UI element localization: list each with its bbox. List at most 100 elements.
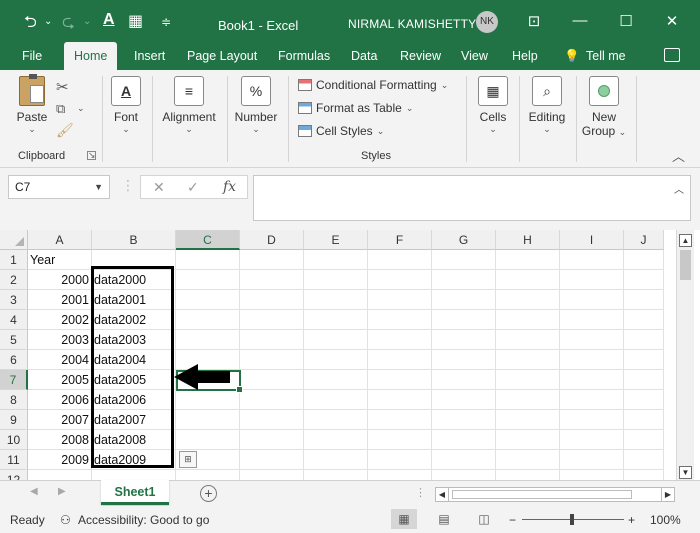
cell-f1[interactable] — [368, 250, 432, 270]
minimize-icon[interactable]: — — [568, 12, 592, 29]
cell-j2[interactable] — [624, 270, 664, 290]
format-as-table-button[interactable]: Format as Table ⌄ — [298, 101, 413, 115]
next-sheet-icon[interactable]: ▶ — [58, 486, 66, 497]
cell-a7[interactable]: 2005 — [28, 370, 92, 390]
cell-g2[interactable] — [432, 270, 496, 290]
cell-e10[interactable] — [304, 430, 368, 450]
scroll-thumb[interactable] — [680, 250, 691, 280]
cell-i12[interactable] — [560, 470, 624, 480]
add-sheet-icon[interactable]: + — [200, 485, 217, 502]
collapse-ribbon-icon[interactable]: ︿ — [672, 146, 685, 165]
dialog-launcher-icon[interactable]: ↘ — [87, 151, 96, 160]
cell-j10[interactable] — [624, 430, 664, 450]
cell-e5[interactable] — [304, 330, 368, 350]
column-header-g[interactable]: G — [432, 230, 496, 250]
select-all-button[interactable] — [0, 230, 28, 250]
conditional-formatting-button[interactable]: Conditional Formatting ⌄ — [298, 78, 448, 92]
tab-home[interactable]: Home — [64, 42, 118, 70]
cell-j11[interactable] — [624, 450, 664, 470]
cell-d10[interactable] — [240, 430, 304, 450]
cell-c5[interactable] — [176, 330, 240, 350]
cell-g5[interactable] — [432, 330, 496, 350]
cell-c4[interactable] — [176, 310, 240, 330]
cell-f3[interactable] — [368, 290, 432, 310]
cell-h12[interactable] — [496, 470, 560, 480]
cell-g4[interactable] — [432, 310, 496, 330]
autosave-icon[interactable]: ⮌ — [24, 11, 37, 38]
scroll-thumb[interactable] — [452, 490, 632, 499]
accessibility-status[interactable]: Accessibility: Good to go — [78, 513, 209, 527]
cell-d5[interactable] — [240, 330, 304, 350]
format-painter-icon[interactable]: 🖌 — [56, 122, 74, 139]
cell-a3[interactable]: 2001 — [28, 290, 92, 310]
scroll-right-icon[interactable]: ▶ — [661, 488, 674, 501]
cell-h9[interactable] — [496, 410, 560, 430]
cell-i4[interactable] — [560, 310, 624, 330]
cell-f9[interactable] — [368, 410, 432, 430]
cell-i5[interactable] — [560, 330, 624, 350]
cell-a2[interactable]: 2000 — [28, 270, 92, 290]
row-header[interactable]: 2 — [0, 270, 28, 290]
cell-d3[interactable] — [240, 290, 304, 310]
cell-f2[interactable] — [368, 270, 432, 290]
cell-a4[interactable]: 2002 — [28, 310, 92, 330]
cell-c9[interactable] — [176, 410, 240, 430]
insert-function-icon[interactable]: fx — [223, 179, 236, 195]
cell-h8[interactable] — [496, 390, 560, 410]
maximize-icon[interactable]: ☐ — [614, 12, 638, 30]
cell-e7[interactable] — [304, 370, 368, 390]
cell-j6[interactable] — [624, 350, 664, 370]
cell-a10[interactable]: 2008 — [28, 430, 92, 450]
undo-dropdown-icon[interactable]: ⌄ — [44, 16, 52, 27]
vertical-scrollbar[interactable]: ▲ ▼ — [676, 230, 694, 482]
cell-i8[interactable] — [560, 390, 624, 410]
cell-a11[interactable]: 2009 — [28, 450, 92, 470]
alignment-button[interactable]: ≡ Alignment ⌄ — [158, 76, 220, 135]
cell-g8[interactable] — [432, 390, 496, 410]
row-header[interactable]: 6 — [0, 350, 28, 370]
cell-d1[interactable] — [240, 250, 304, 270]
horizontal-scrollbar[interactable]: ◀ ▶ — [435, 487, 675, 502]
enter-icon[interactable]: ✓ — [187, 179, 199, 196]
cell-e6[interactable] — [304, 350, 368, 370]
drag-handle-icon[interactable]: ⋮ — [415, 486, 426, 499]
font-color-icon[interactable]: A — [103, 11, 115, 29]
zoom-in-icon[interactable]: + — [628, 513, 635, 527]
new-group-button[interactable]: New Group ⌄ — [580, 76, 628, 138]
cell-j9[interactable] — [624, 410, 664, 430]
cell-e4[interactable] — [304, 310, 368, 330]
prev-sheet-icon[interactable]: ◀ — [30, 486, 38, 497]
cell-f4[interactable] — [368, 310, 432, 330]
cell-i6[interactable] — [560, 350, 624, 370]
zoom-slider[interactable] — [522, 514, 624, 525]
formula-input[interactable]: ︿ — [253, 175, 691, 221]
cell-a6[interactable]: 2004 — [28, 350, 92, 370]
cell-e9[interactable] — [304, 410, 368, 430]
row-header[interactable]: 12 — [0, 470, 28, 480]
cell-i2[interactable] — [560, 270, 624, 290]
cell-j4[interactable] — [624, 310, 664, 330]
row-header[interactable]: 4 — [0, 310, 28, 330]
redo-dropdown-icon[interactable]: ⌄ — [83, 16, 91, 27]
cell-c8[interactable] — [176, 390, 240, 410]
number-button[interactable]: % Number ⌄ — [232, 76, 280, 135]
cell-h1[interactable] — [496, 250, 560, 270]
collapse-formula-bar-icon[interactable]: ︿ — [674, 181, 684, 196]
tab-formulas[interactable]: Formulas — [274, 42, 334, 70]
cell-h7[interactable] — [496, 370, 560, 390]
column-header-j[interactable]: J — [624, 230, 664, 250]
row-header[interactable]: 11 — [0, 450, 28, 470]
cell-h10[interactable] — [496, 430, 560, 450]
cell-j7[interactable] — [624, 370, 664, 390]
cell-a1[interactable]: Year — [28, 250, 92, 270]
tell-me-box[interactable]: Tell me — [582, 42, 630, 70]
cell-i7[interactable] — [560, 370, 624, 390]
tab-insert[interactable]: Insert — [130, 42, 169, 70]
cell-i9[interactable] — [560, 410, 624, 430]
cell-j8[interactable] — [624, 390, 664, 410]
cell-c3[interactable] — [176, 290, 240, 310]
column-header-h[interactable]: H — [496, 230, 560, 250]
cell-j1[interactable] — [624, 250, 664, 270]
cell-j3[interactable] — [624, 290, 664, 310]
cut-icon[interactable]: ✂ — [56, 78, 69, 96]
